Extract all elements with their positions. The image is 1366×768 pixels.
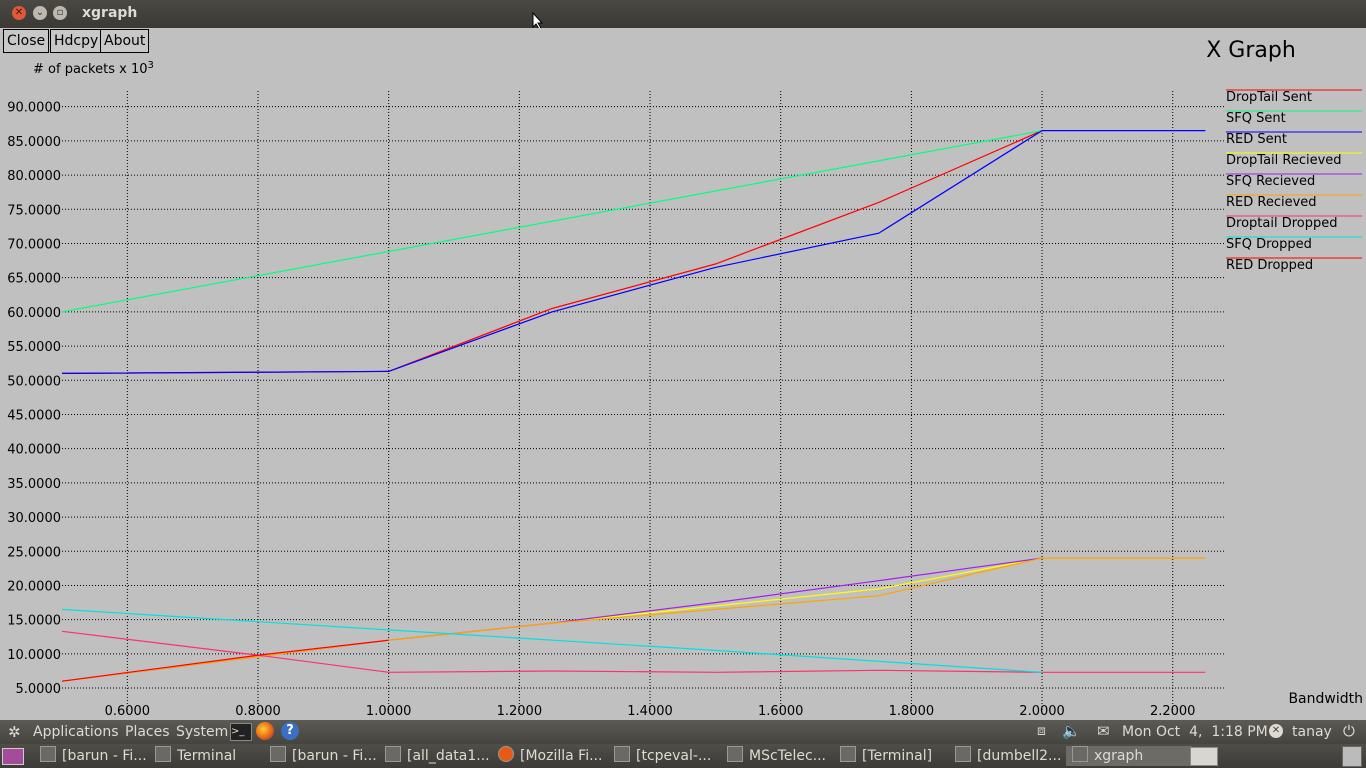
firefox-icon (498, 746, 514, 762)
chart: X Graph # of packets x 103 Bandwidth 5.0… (7, 38, 1363, 719)
x-tick-label: 0.6000 (105, 704, 151, 719)
mail-icon (727, 746, 743, 762)
document-icon (955, 746, 971, 762)
minimize-window-icon[interactable]: ⌄ (33, 6, 47, 20)
x-tick-label: 0.8000 (235, 704, 281, 719)
window-titlebar: ✕ ⌄ ▫ xgraph (0, 0, 1366, 30)
y-tick-label: 5.0000 (16, 682, 62, 697)
taskbar-item-tcpeval[interactable]: [tcpeval-... (614, 746, 724, 766)
taskbar-item-msctelec[interactable]: MScTelec... (727, 746, 837, 766)
x-tick-label: 2.2000 (1150, 704, 1196, 719)
legend-label-sfq-dropped: SFQ Dropped (1226, 237, 1312, 252)
legend-label-red-recieved: RED Recieved (1226, 195, 1317, 210)
y-tick-label: 60.0000 (7, 306, 61, 321)
taskbar-item-editor[interactable]: [all_data1... (385, 746, 495, 766)
volume-icon[interactable]: 🔈 (1062, 722, 1081, 740)
taskbar-item-files-1[interactable]: [barun - Fi... (40, 746, 150, 766)
legend-label-droptail-recieved: DropTail Recieved (1226, 153, 1342, 168)
legend-label-red-sent: RED Sent (1226, 132, 1287, 147)
legend-label-sfq-recieved: SFQ Recieved (1226, 174, 1315, 189)
y-tick-label: 25.0000 (7, 545, 61, 560)
y-tick-label: 80.0000 (7, 169, 61, 184)
top-panel: ✲ Applications Places System >_ ? ⧈ 🔈 ✉ … (0, 720, 1366, 744)
taskbar-item-terminal-2[interactable]: [Terminal] (840, 746, 950, 766)
y-tick-label: 15.0000 (7, 614, 61, 629)
user-name[interactable]: tanay (1292, 722, 1332, 742)
y-tick-label: 20.0000 (7, 579, 61, 594)
series-line-droptail-dropped (61, 630, 1206, 673)
x-axis-label: Bandwidth (1288, 691, 1363, 707)
document-icon (614, 746, 630, 762)
window-icon (1072, 746, 1088, 762)
clock[interactable]: Mon Oct 4, 1:18 PM (1122, 722, 1268, 742)
chart-title: X Graph (1206, 38, 1296, 63)
system-menu[interactable]: System (176, 722, 228, 742)
power-icon[interactable]: ⏻ (1343, 722, 1355, 740)
y-tick-label: 65.0000 (7, 272, 61, 287)
maximize-window-icon[interactable]: ▫ (53, 6, 67, 20)
window-title: xgraph (82, 5, 138, 21)
legend-label-sfq-sent: SFQ Sent (1226, 111, 1286, 126)
applications-menu[interactable]: Applications (33, 722, 119, 742)
taskbar-item-xgraph[interactable]: xgraph (1066, 746, 1192, 766)
y-axis-label: # of packets x 103 (33, 60, 154, 77)
firefox-launcher-icon[interactable] (256, 722, 274, 740)
x-tick-label: 2.0000 (1019, 704, 1065, 719)
y-tick-label: 55.0000 (7, 340, 61, 355)
workspace-switcher[interactable] (1190, 747, 1218, 766)
terminal-launcher-icon[interactable]: >_ (230, 723, 252, 741)
close-window-icon[interactable]: ✕ (12, 6, 26, 20)
taskbar-item-files-2[interactable]: [barun - Fi... (270, 746, 380, 766)
series-line-droptail-sent (61, 130, 1043, 374)
places-menu[interactable]: Places (125, 722, 170, 742)
series-line-sfq-sent (61, 130, 1043, 313)
y-tick-label: 90.0000 (7, 101, 61, 116)
legend-label-droptail-sent: DropTail Sent (1226, 90, 1312, 105)
y-axis-label-exponent: 3 (148, 60, 154, 71)
x-tick-label: 1.0000 (366, 704, 412, 719)
legend-label-red-dropped: RED Dropped (1226, 258, 1313, 273)
ubuntu-logo-icon[interactable]: ✲ (8, 723, 21, 741)
series-line-red-sent (61, 129, 1206, 374)
folder-icon (40, 746, 56, 762)
y-tick-label: 45.0000 (7, 408, 61, 423)
x-tick-label: 1.8000 (889, 704, 935, 719)
y-tick-label: 30.0000 (7, 511, 61, 526)
network-icon[interactable]: ⧈ (1037, 723, 1046, 739)
help-launcher-icon[interactable]: ? (281, 722, 299, 740)
y-tick-label: 35.0000 (7, 477, 61, 492)
show-desktop-icon[interactable] (2, 748, 24, 765)
taskbar-item-firefox[interactable]: [Mozilla Fi... (498, 746, 610, 766)
x-tick-label: 1.6000 (758, 704, 804, 719)
taskbar: [barun - Fi... Terminal [barun - Fi... [… (0, 744, 1366, 768)
x-tick-label: 1.2000 (497, 704, 543, 719)
trash-icon[interactable] (1342, 746, 1362, 767)
user-status-icon: ✕ (1269, 724, 1283, 738)
y-tick-label: 75.0000 (7, 203, 61, 218)
taskbar-item-terminal[interactable]: Terminal (155, 746, 265, 766)
y-tick-label: 50.0000 (7, 374, 61, 389)
y-tick-label: 85.0000 (7, 135, 61, 150)
mail-icon[interactable]: ✉ (1097, 722, 1110, 740)
taskbar-item-dumbell[interactable]: [dumbell2... (955, 746, 1065, 766)
terminal-icon (155, 746, 171, 762)
x-tick-label: 1.4000 (627, 704, 673, 719)
legend-label-droptail-dropped: Droptail Dropped (1226, 216, 1337, 231)
terminal-icon (840, 746, 856, 762)
folder-icon (270, 746, 286, 762)
y-tick-label: 70.0000 (7, 237, 61, 252)
y-tick-label: 10.0000 (7, 648, 61, 663)
text-editor-icon (385, 746, 401, 762)
y-tick-label: 40.0000 (7, 443, 61, 458)
